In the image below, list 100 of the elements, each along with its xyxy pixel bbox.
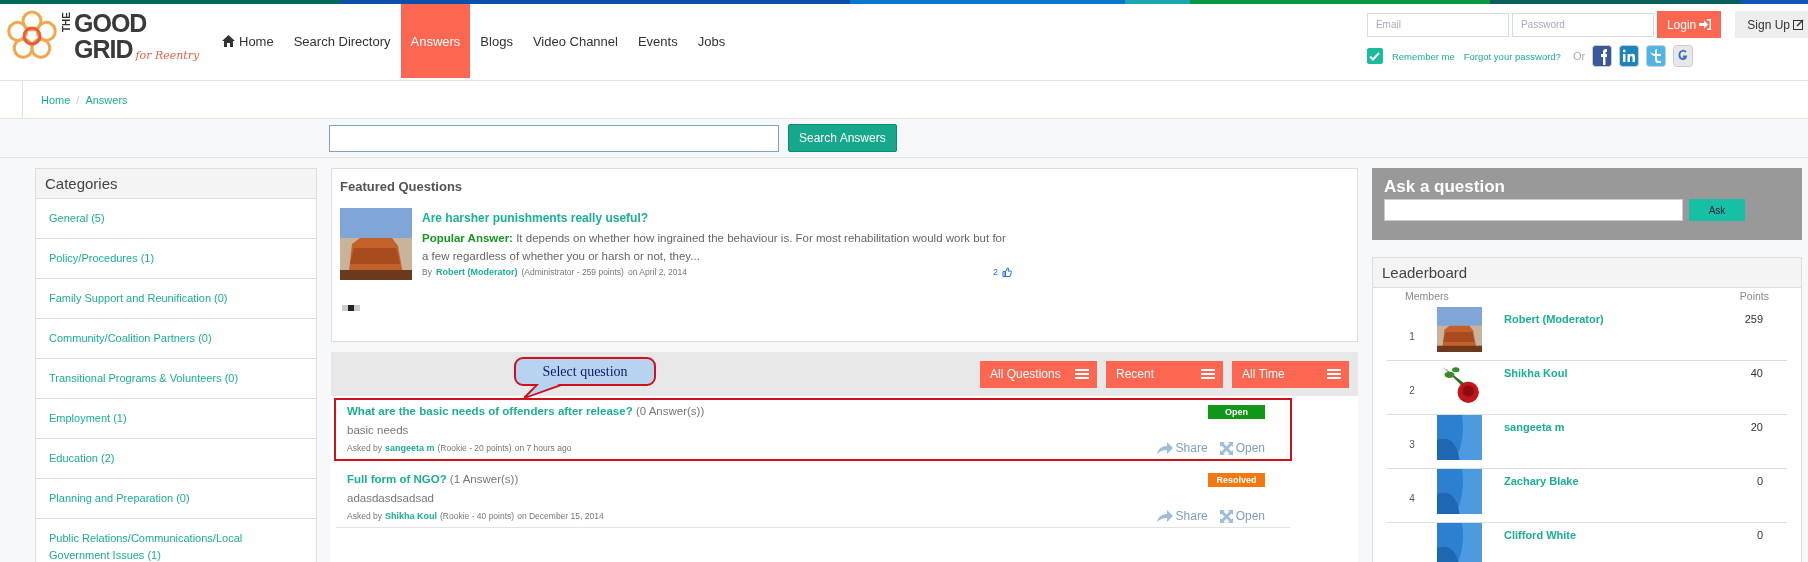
logo-text: GRID (74, 36, 133, 62)
author-link[interactable]: Shikha Koul (384, 511, 437, 521)
nav-tab[interactable]: Home (212, 4, 284, 78)
breadcrumb-link[interactable]: Home (41, 93, 71, 106)
flower-logo-icon (6, 10, 58, 62)
category-link[interactable]: Planning and Preparation (0) (36, 479, 316, 519)
home-icon (222, 35, 235, 47)
menu-icon (1075, 369, 1089, 379)
points-value: 20 (1750, 421, 1763, 433)
breadcrumb-link[interactable]: Answers (85, 93, 128, 106)
sign-in-icon (1699, 19, 1712, 30)
question-title: What are the basic needs of offenders after release? (0 Answer(s)) (347, 405, 705, 417)
expand-icon (1219, 509, 1233, 523)
facebook-icon[interactable] (1592, 45, 1613, 67)
search-field[interactable] (329, 124, 779, 152)
points-value: 259 (1744, 313, 1763, 325)
category-link[interactable]: General (5) (36, 199, 316, 239)
menu-icon (1327, 369, 1341, 379)
rank-number: 1 (1408, 331, 1416, 342)
nav-tab[interactable]: Events (627, 4, 688, 78)
column-header: Points (1739, 290, 1769, 304)
ask-button[interactable]: Ask (1689, 199, 1745, 221)
member-link[interactable]: Shikha Koul (1504, 367, 1751, 379)
post-date: on April 2, 2014 (627, 267, 687, 277)
category-link[interactable]: Community/Coalition Partners (0) (36, 319, 316, 359)
column-header: Members (1405, 290, 1449, 304)
logo-tagline: for Reentry (135, 49, 200, 62)
or-label: Or (1572, 50, 1586, 62)
share-link[interactable]: Share (1156, 441, 1208, 455)
remember-checkbox[interactable] (1366, 48, 1383, 64)
post-time: on December 15, 2014 (517, 511, 604, 521)
logo-text: THE (62, 12, 72, 32)
nav-tab[interactable]: Video Channel (522, 4, 628, 78)
linkedin-icon[interactable] (1619, 45, 1640, 67)
like-count: 2 (993, 267, 998, 277)
status-badge: Resolved (1208, 473, 1265, 487)
points-value: 0 (1756, 529, 1763, 541)
password-field[interactable]: Password (1511, 12, 1654, 37)
member-link[interactable]: Zachary Blake (1504, 475, 1757, 487)
status-badge: Open (1208, 405, 1265, 419)
nav-tab[interactable]: Blogs (470, 4, 523, 78)
category-link[interactable]: Policy/Procedures (1) (36, 239, 316, 279)
filter-dropdown[interactable]: All Time (1232, 360, 1349, 388)
leaderboard-title: Leaderboard (1373, 258, 1801, 288)
menu-icon (1201, 369, 1215, 379)
question-body: adasdasdsadsad (347, 492, 435, 504)
category-link[interactable]: Public Relations/Communications/Local Government Issues (1) (36, 519, 316, 562)
edit-icon (1793, 19, 1804, 30)
category-link[interactable]: Transitional Programs & Volunteers (0) (36, 359, 316, 399)
open-link[interactable]: Open (1219, 441, 1265, 455)
remember-me-label: Remember me (1391, 50, 1455, 62)
featured-title: Featured Questions (340, 179, 464, 194)
nav-tab[interactable]: Search Directory (283, 4, 401, 78)
twitter-icon[interactable] (1646, 45, 1667, 67)
rank-number: 3 (1408, 439, 1416, 450)
author-info: (Administrator - 259 points) (521, 267, 624, 277)
category-link[interactable]: Family Support and Reunification (0) (36, 279, 316, 319)
ask-title: Ask a question (1384, 177, 1506, 197)
thumbs-up-icon[interactable] (1002, 267, 1012, 277)
post-time: on 7 hours ago (514, 443, 572, 453)
nav-tab[interactable]: Jobs (687, 4, 736, 78)
asked-by-label: Asked by (347, 511, 382, 521)
author-info: (Rookie - 20 points) (437, 443, 512, 453)
login-button[interactable]: Login (1656, 11, 1722, 38)
rank-number: 2 (1408, 385, 1416, 396)
member-link[interactable]: Robert (Moderator) (1504, 313, 1745, 325)
share-icon (1156, 442, 1173, 454)
member-link[interactable]: Clifford White (1504, 529, 1757, 541)
filter-dropdown[interactable]: All Questions (980, 360, 1097, 388)
author-link[interactable]: sangeeta m (384, 443, 435, 453)
question-link[interactable]: Are harsher punishments really useful? (422, 211, 649, 225)
question-title: Full form of NGO? (1 Answer(s)) (347, 473, 519, 485)
nav-tab[interactable]: Answers (400, 4, 471, 78)
breadcrumb-separator: / (76, 93, 80, 106)
author-info: (Rookie - 40 points) (440, 511, 515, 521)
filter-dropdown[interactable]: Recent (1106, 360, 1223, 388)
author-link[interactable]: Robert (Moderator) (435, 267, 518, 277)
expand-icon (1219, 441, 1233, 455)
search-answers-button[interactable]: Search Answers (788, 124, 897, 152)
points-value: 0 (1756, 475, 1763, 487)
member-link[interactable]: sangeeta m (1504, 421, 1751, 433)
categories-title: Categories (36, 169, 316, 199)
popular-answer-text: Popular Answer: It depends on whether how ingrained the behaviour is. For most rehabilitation would work but for a few regardless of whether you or harsh or not, they... (422, 231, 1007, 264)
points-value: 40 (1750, 367, 1763, 379)
sign-up-button[interactable]: Sign Up (1735, 11, 1808, 38)
forgot-password-link[interactable]: Forgot your password? (1463, 50, 1561, 62)
google-icon[interactable] (1673, 45, 1694, 67)
share-link[interactable]: Share (1156, 509, 1208, 523)
question-link[interactable]: Full form of NGO? (347, 473, 447, 485)
rank-number: 4 (1408, 493, 1416, 504)
email-field[interactable]: Email (1366, 12, 1509, 37)
logo-text: GOOD (74, 10, 148, 36)
open-link[interactable]: Open (1219, 509, 1265, 523)
category-link[interactable]: Education (2) (36, 439, 316, 479)
by-label: By (422, 267, 432, 277)
asked-by-label: Asked by (347, 443, 382, 453)
category-link[interactable]: Employment (1) (36, 399, 316, 439)
share-icon (1156, 510, 1173, 522)
question-field[interactable] (1384, 199, 1683, 221)
question-link[interactable]: What are the basic needs of offenders after release? (347, 405, 633, 417)
